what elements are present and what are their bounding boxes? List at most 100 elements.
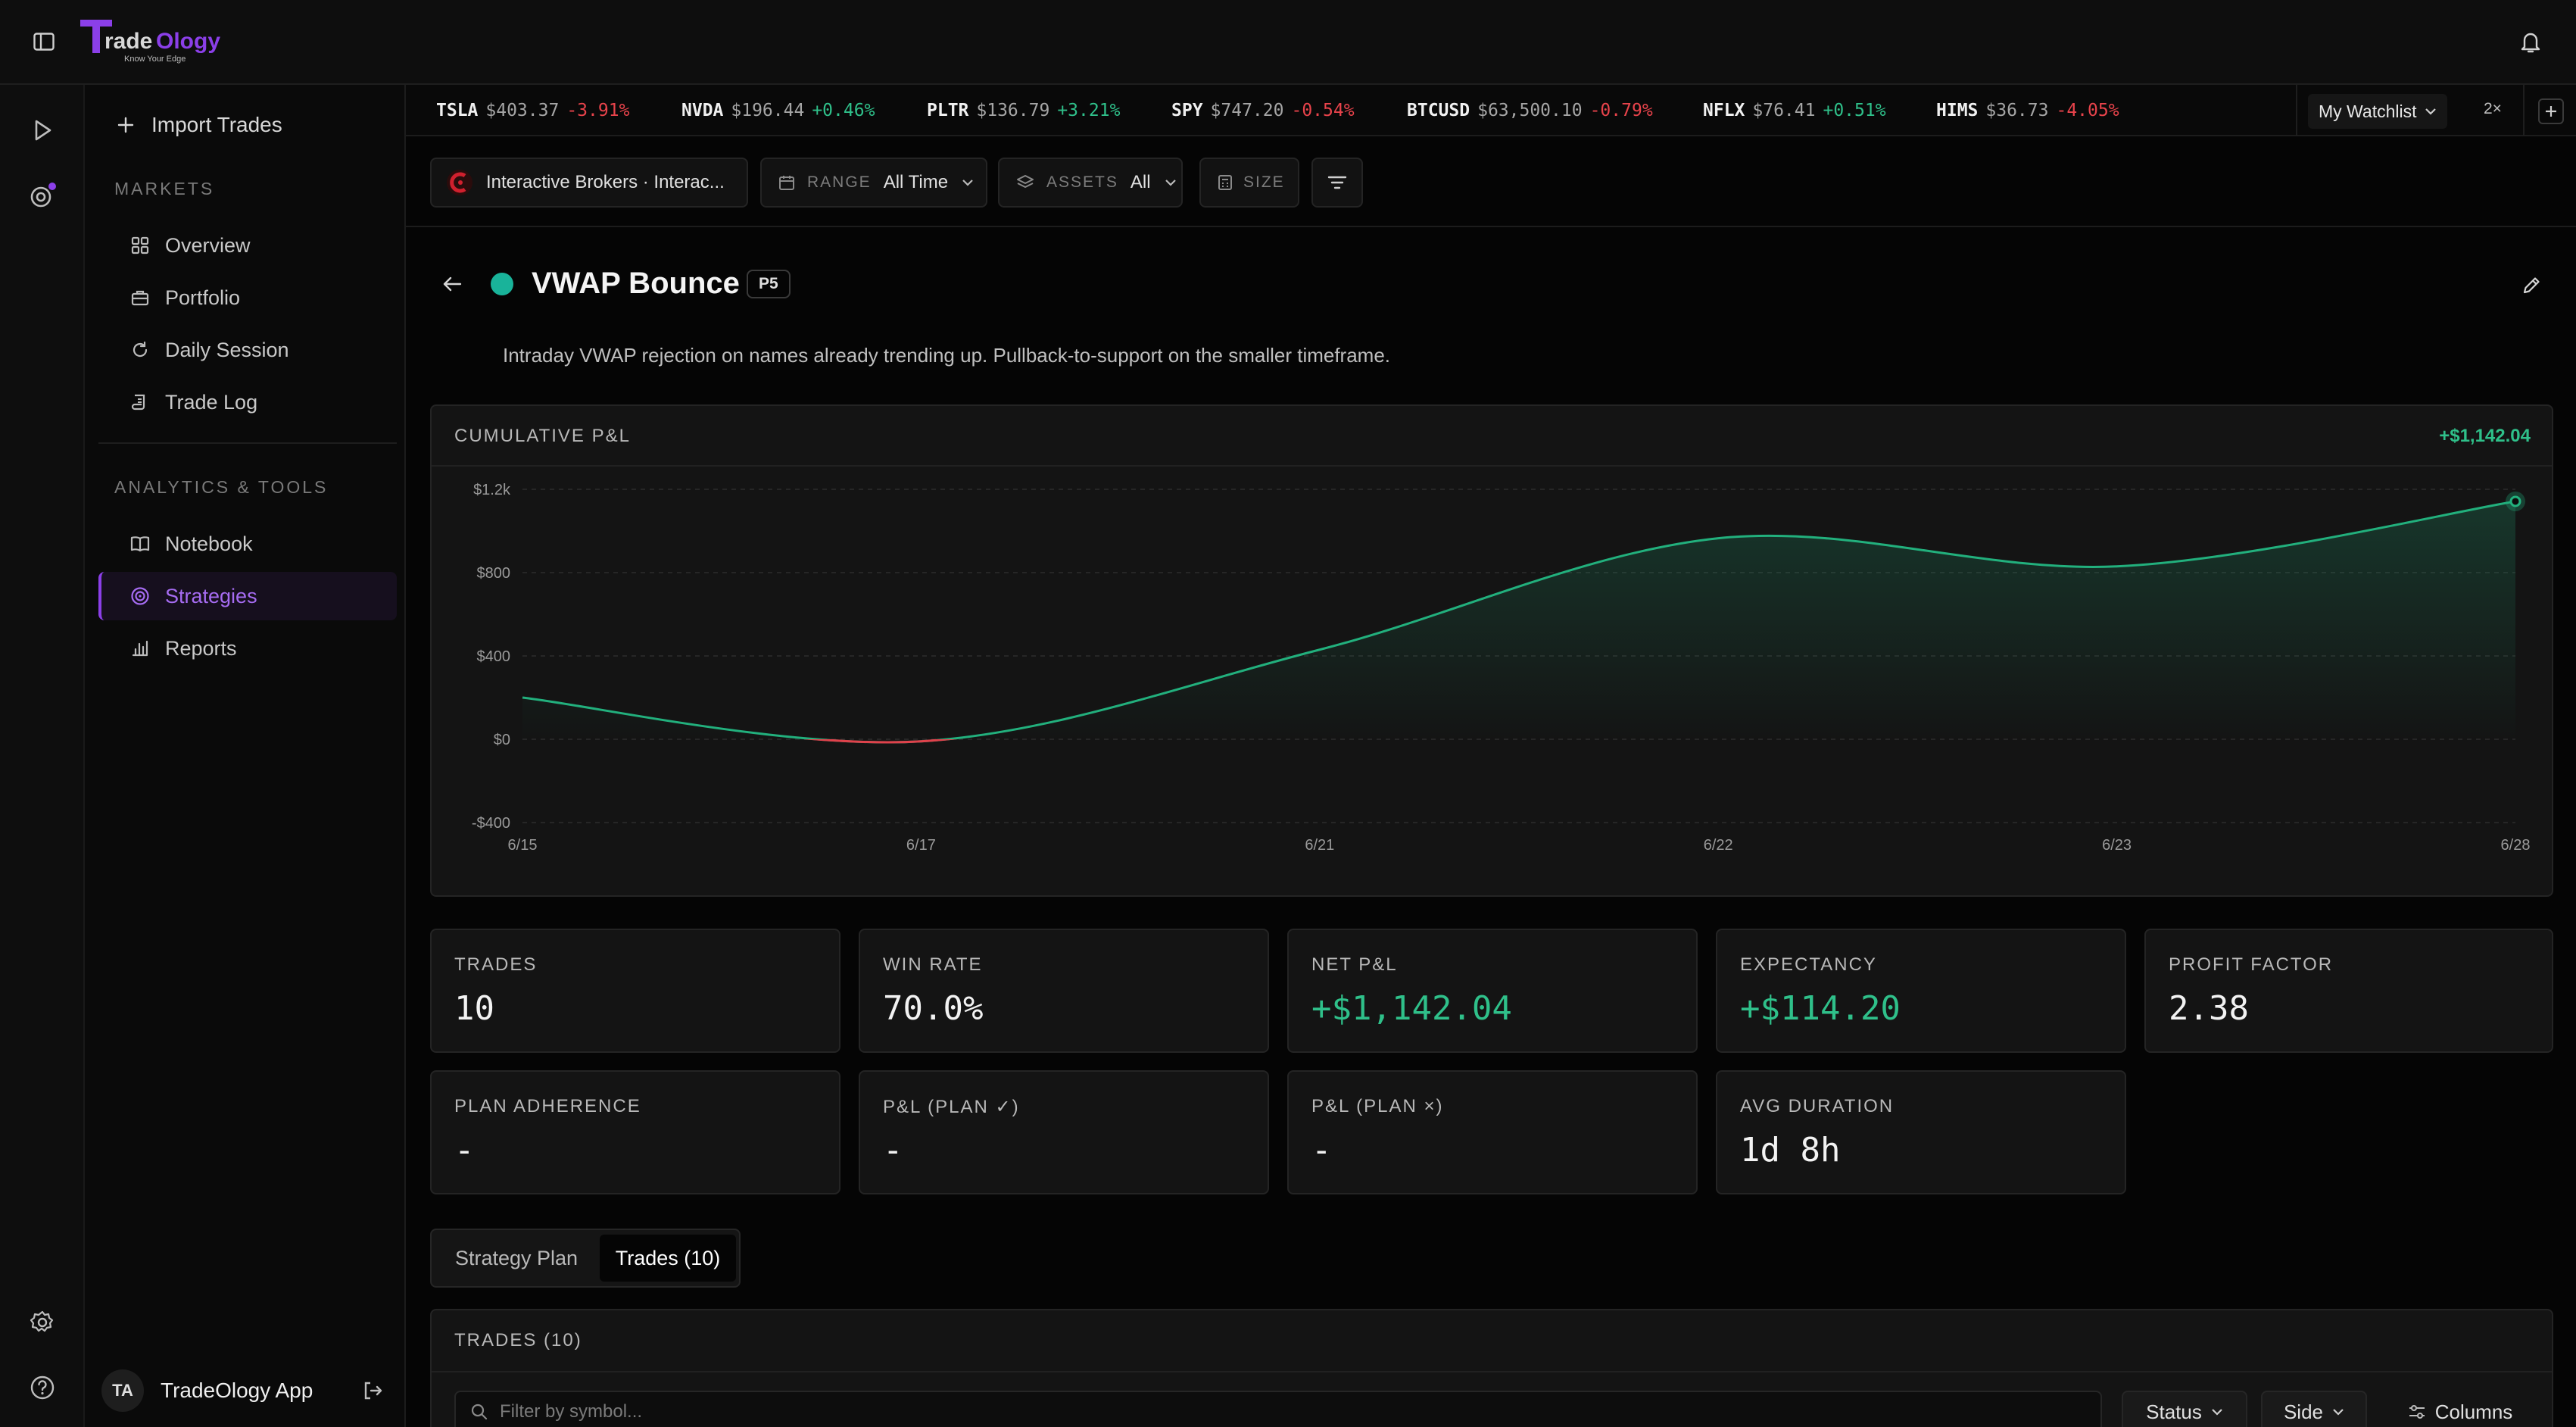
ticker-item-nflx[interactable]: NFLX $76.41 +0.51% — [1703, 85, 1886, 136]
play-icon[interactable] — [29, 117, 56, 144]
assets-selector[interactable]: ASSETS All — [998, 158, 1183, 208]
svg-text:Ology: Ology — [156, 29, 220, 54]
gear-icon[interactable] — [27, 1307, 58, 1338]
add-ticker-icon[interactable] — [2538, 98, 2564, 124]
account-label: Interactive Brokers · Interac... — [486, 172, 725, 192]
edit-pencil-icon[interactable] — [2518, 273, 2544, 298]
scroll-icon — [129, 391, 151, 414]
markets-heading: MARKETS — [114, 179, 215, 198]
chart-total: +$1,142.04 — [2439, 426, 2531, 446]
ticker-price: $36.73 — [1985, 101, 2049, 120]
ticker-change: -0.79% — [1589, 101, 1653, 120]
bar-chart-icon — [129, 637, 151, 660]
ticker-symbol: SPY — [1171, 101, 1203, 120]
layers-icon — [1016, 174, 1034, 191]
user-profile[interactable]: TA TradeOlogy App — [101, 1366, 397, 1415]
ticker-symbol: NFLX — [1703, 101, 1745, 120]
top-bar: rade Ology Know Your Edge — [0, 0, 2576, 85]
strategy-description: Intraday VWAP rejection on names already… — [503, 344, 1391, 367]
status-filter-dropdown[interactable]: Status — [2122, 1391, 2247, 1427]
pnl-line-chart: $1.2k $800 $400 $0 -$400 6/15 6/17 6/21 6/22 6/23… — [472, 482, 2531, 854]
stat-card-plan-adherence: PLAN ADHERENCE - — [430, 1070, 840, 1194]
symbol-filter-placeholder: Filter by symbol... — [500, 1401, 643, 1422]
y-tick-label: $400 — [477, 648, 511, 665]
book-icon — [129, 532, 151, 555]
chevron-down-icon — [1165, 179, 1177, 186]
svg-text:Know Your Edge: Know Your Edge — [124, 55, 186, 64]
stat-card-pnl-plan-followed: P&L (PLAN ✓) - — [859, 1070, 1269, 1194]
ticker-symbol: HIMS — [1936, 101, 1979, 120]
symbol-filter-input[interactable]: Filter by symbol... — [454, 1391, 2102, 1427]
ticker-divider — [2523, 85, 2525, 136]
filter-button[interactable] — [1311, 158, 1363, 208]
briefcase-icon — [129, 286, 151, 309]
sidebar-item-label: Notebook — [165, 532, 253, 555]
assets-label: ASSETS — [1046, 173, 1118, 191]
tab-strategy-plan[interactable]: Strategy Plan — [436, 1235, 597, 1282]
ticker-price: $403.37 — [485, 101, 560, 120]
import-trades-button[interactable]: Import Trades — [115, 106, 282, 144]
ticker-change: -4.05% — [2056, 101, 2119, 120]
help-icon[interactable] — [27, 1372, 58, 1403]
stat-card-avg-duration: AVG DURATION 1d 8h — [1716, 1070, 2126, 1194]
stat-card-win-rate: WIN RATE 70.0% — [859, 929, 1269, 1053]
side-filter-dropdown[interactable]: Side — [2261, 1391, 2367, 1427]
ticker-bar: TSLA $403.37 -3.91% NVDA $196.44 +0.46% PLTR… — [406, 85, 2576, 136]
ticker-item-btcusd[interactable]: BTCUSD $63,500.10 -0.79% — [1407, 85, 1653, 136]
ticker-symbol: TSLA — [436, 101, 479, 120]
stat-card-expectancy: EXPECTANCY +$114.20 — [1716, 929, 2126, 1053]
stat-label: P&L (PLAN ×) — [1311, 1096, 1444, 1116]
x-tick-label: 6/23 — [2102, 837, 2132, 854]
ticker-price: $196.44 — [731, 101, 805, 120]
chevron-down-icon — [2211, 1408, 2223, 1416]
size-selector[interactable]: SIZE — [1199, 158, 1299, 208]
ticker-item-spy[interactable]: SPY $747.20 -0.54% — [1171, 85, 1355, 136]
filter-lines-icon — [1327, 175, 1347, 190]
account-selector[interactable]: Interactive Brokers · Interac... — [430, 158, 748, 208]
sidebar-item-portfolio[interactable]: Portfolio — [98, 273, 397, 322]
pnl-area — [522, 501, 2515, 743]
ticker-item-hims[interactable]: HIMS $36.73 -4.05% — [1936, 85, 2119, 136]
size-label: SIZE — [1243, 173, 1285, 191]
columns-button[interactable]: Columns — [2382, 1391, 2538, 1427]
sidebar-item-trade-log[interactable]: Trade Log — [98, 378, 397, 426]
sidebar-item-strategies[interactable]: Strategies — [98, 572, 397, 620]
sidebar-toggle-icon[interactable] — [30, 29, 58, 55]
sidebar-item-notebook[interactable]: Notebook — [98, 520, 397, 568]
strategy-tabs: Strategy Plan Trades (10) — [430, 1229, 741, 1288]
watchlist-dropdown[interactable]: My Watchlist — [2308, 94, 2447, 129]
trades-panel-title: TRADES (10) — [454, 1330, 582, 1350]
target-notification-icon[interactable] — [27, 180, 58, 211]
stat-value: +$114.20 — [1740, 989, 1901, 1028]
ticker-change: -3.91% — [566, 101, 630, 120]
bell-icon[interactable] — [2517, 29, 2544, 56]
logo[interactable]: rade Ology Know Your Edge — [79, 17, 230, 65]
ticker-change: +0.46% — [812, 101, 875, 120]
stat-label: EXPECTANCY — [1740, 954, 1877, 975]
stat-value: 1d 8h — [1740, 1131, 1841, 1169]
ticker-symbol: BTCUSD — [1407, 101, 1470, 120]
sidebar-item-label: Strategies — [165, 584, 257, 607]
stat-value: - — [1311, 1131, 1332, 1169]
ticker-speed-button[interactable]: 2× — [2484, 100, 2502, 118]
header-divider — [406, 226, 2576, 227]
sidebar: Import Trades MARKETS Overview Portfolio… — [85, 85, 406, 1427]
stat-card-pnl-plan-broken: P&L (PLAN ×) - — [1287, 1070, 1698, 1194]
ticker-item-nvda[interactable]: NVDA $196.44 +0.46% — [681, 85, 875, 136]
sidebar-item-daily-session[interactable]: Daily Session — [98, 326, 397, 374]
ticker-item-pltr[interactable]: PLTR $136.79 +3.21% — [927, 85, 1120, 136]
sidebar-item-overview[interactable]: Overview — [98, 221, 397, 270]
chart-title: CUMULATIVE P&L — [454, 426, 631, 446]
chevron-down-icon — [962, 179, 974, 186]
logout-icon[interactable] — [359, 1377, 386, 1404]
range-selector[interactable]: RANGE All Time — [760, 158, 987, 208]
ticker-item-tsla[interactable]: TSLA $403.37 -3.91% — [436, 85, 629, 136]
calendar-icon — [778, 174, 795, 191]
back-arrow-icon[interactable] — [439, 273, 465, 295]
assets-value: All — [1130, 172, 1151, 192]
stat-label: P&L (PLAN ✓) — [883, 1097, 1020, 1117]
tab-trades[interactable]: Trades (10) — [600, 1235, 736, 1282]
x-tick-label: 6/15 — [508, 837, 538, 854]
sidebar-item-reports[interactable]: Reports — [98, 624, 397, 673]
y-tick-label: $1.2k — [473, 482, 511, 498]
